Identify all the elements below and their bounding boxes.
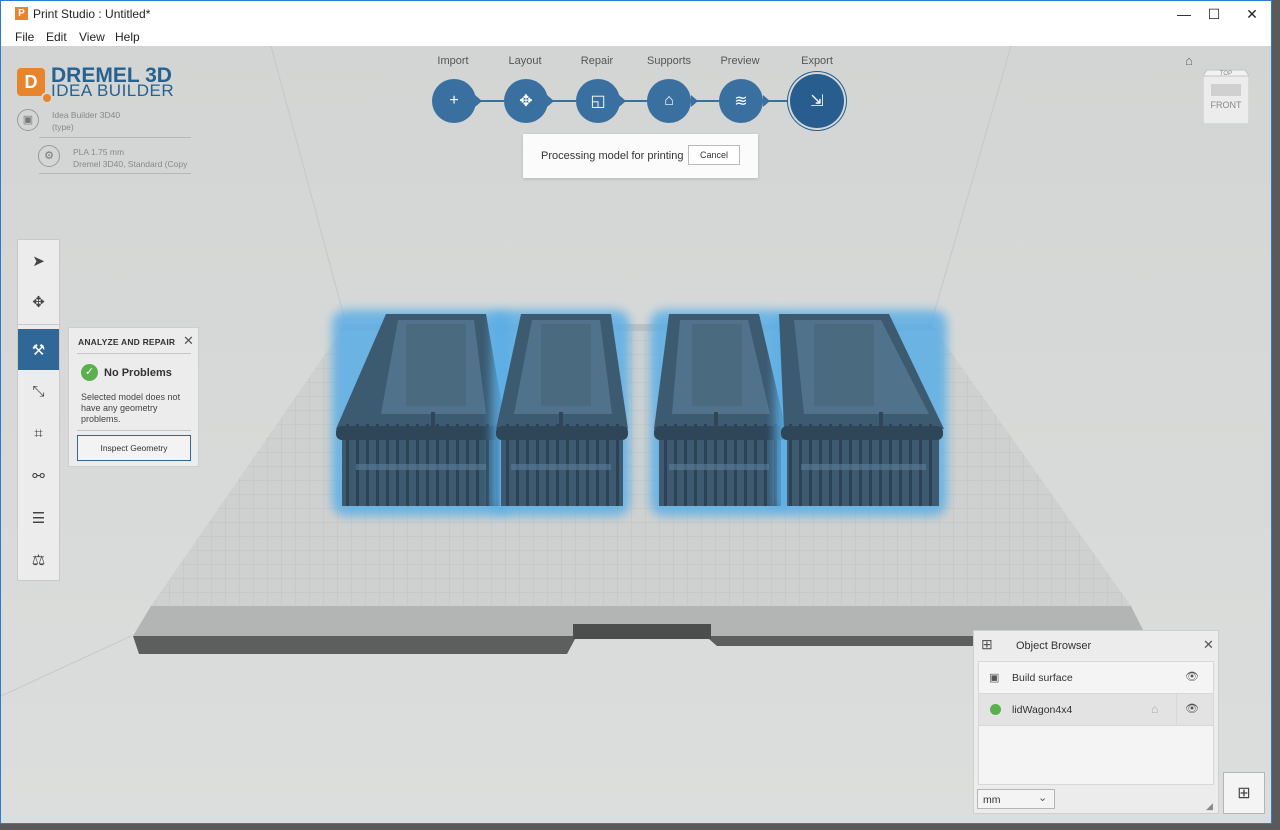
- move-icon: ✥: [519, 93, 533, 110]
- analyze-divider: [77, 353, 191, 354]
- supports-icon[interactable]: ⌂: [1151, 702, 1158, 716]
- object-browser-title: Object Browser: [1016, 640, 1092, 652]
- object-row-build-surface[interactable]: ▣ Build surface 👁: [979, 662, 1213, 694]
- object-row-lidwagon[interactable]: lidWagon4x4 ⌂ 👁: [979, 694, 1213, 726]
- material-divider: [39, 173, 191, 174]
- plus-icon: +: [449, 92, 459, 109]
- layers-icon: ≋: [734, 93, 748, 110]
- step-repair-label: Repair: [580, 55, 614, 67]
- object-browser-panel: ⊞ Object Browser ✕ ▣ Build surface 👁 lid…: [973, 630, 1219, 814]
- processing-message: Processing model for printing: [541, 150, 684, 162]
- app-window: P Print Studio : Untitled* — ☐ ✕ File Ed…: [0, 0, 1272, 824]
- step-supports-button[interactable]: ⌂: [647, 79, 691, 123]
- view-cube[interactable]: TOP FRONT: [1203, 68, 1249, 124]
- step-preview-button[interactable]: ≋: [719, 79, 763, 123]
- object-list: ▣ Build surface 👁 lidWagon4x4 ⌂ 👁: [978, 661, 1214, 785]
- row-divider: [1176, 694, 1177, 725]
- step-supports-label: Supports: [646, 55, 692, 67]
- analyze-divider: [77, 430, 191, 431]
- measure-icon: ⚯: [32, 467, 45, 485]
- title-bar: P Print Studio : Untitled* — ☐ ✕: [1, 1, 1271, 27]
- material-name: PLA 1.75 mm: [73, 147, 125, 157]
- unit-value: mm: [983, 794, 1001, 806]
- analyze-status: No Problems: [104, 367, 172, 379]
- step-export-button[interactable]: ⇲: [790, 74, 844, 128]
- gear-icon: ⚙: [38, 145, 60, 167]
- step-import-label: Import: [437, 55, 469, 67]
- hammer-wrench-icon: ⚒: [31, 341, 46, 359]
- crop-tool-button[interactable]: ⌗: [18, 413, 59, 454]
- select-tool-button[interactable]: ➤: [18, 240, 59, 281]
- status-ok-icon: [990, 704, 1001, 715]
- layers-icon: ☰: [31, 509, 46, 527]
- step-import-button[interactable]: +: [432, 79, 476, 123]
- material-profile: Dremel 3D40, Standard (Copy: [73, 159, 188, 169]
- menu-bar: File Edit View Help: [1, 27, 1271, 46]
- view-cube-top: TOP: [1220, 71, 1232, 77]
- build-surface-icon: ▣: [989, 672, 1000, 684]
- move-icon: ✥: [32, 293, 45, 311]
- close-icon[interactable]: ✕: [1203, 637, 1214, 653]
- view-cube-front: FRONT: [1211, 100, 1242, 110]
- window-title: Print Studio : Untitled*: [33, 7, 151, 21]
- app-icon: P: [15, 7, 28, 20]
- balance-icon: ⚖: [31, 551, 46, 569]
- printer-name: Idea Builder 3D40: [52, 110, 121, 120]
- menu-help[interactable]: Help: [115, 30, 140, 44]
- scale-icon: ⤡: [32, 383, 45, 400]
- analyze-repair-panel: ANALYZE AND REPAIR ✕ ✓ No Problems Selec…: [68, 327, 199, 467]
- resize-grip-icon[interactable]: ◢: [1206, 801, 1213, 812]
- workflow-arrow: [763, 95, 770, 107]
- cancel-button[interactable]: Cancel: [688, 145, 740, 165]
- step-layout-label: Layout: [508, 55, 542, 67]
- menu-file[interactable]: File: [15, 30, 34, 44]
- eye-icon[interactable]: 👁: [1185, 702, 1199, 715]
- object-label: Build surface: [1012, 672, 1073, 684]
- export-icon: ⇲: [810, 93, 824, 110]
- step-export-label: Export: [801, 55, 833, 67]
- chevron-down-icon: ⌄: [1038, 792, 1048, 804]
- hierarchy-icon: ⊞: [1237, 785, 1251, 802]
- printer-icon: ▣: [17, 109, 39, 131]
- repair-icon: ◱: [590, 93, 606, 110]
- close-button[interactable]: ✕: [1229, 1, 1271, 27]
- close-icon[interactable]: ✕: [183, 333, 194, 349]
- menu-edit[interactable]: Edit: [46, 30, 67, 44]
- object-browser-toggle-button[interactable]: ⊞: [1223, 772, 1265, 814]
- move-tool-button[interactable]: ✥: [18, 281, 59, 322]
- logo-badge: D: [17, 68, 45, 96]
- scale-tool-button[interactable]: ⤡: [18, 371, 59, 412]
- workflow-arrow: [475, 95, 482, 107]
- home-icon[interactable]: ⌂: [1185, 53, 1193, 68]
- workflow-arrow: [619, 95, 626, 107]
- unit-select[interactable]: mm ⌄: [977, 789, 1055, 809]
- toolbar-divider: [18, 324, 59, 325]
- object-label: lidWagon4x4: [1012, 704, 1073, 716]
- balance-tool-button[interactable]: ⚖: [18, 539, 59, 580]
- step-repair-button[interactable]: ◱: [576, 79, 620, 123]
- supports-icon: ⌂: [664, 92, 674, 109]
- printer-divider: [39, 137, 191, 138]
- inspect-geometry-button[interactable]: Inspect Geometry: [77, 435, 191, 461]
- processing-dialog: Processing model for printing Cancel: [523, 134, 758, 178]
- crop-icon: ⌗: [34, 425, 43, 442]
- analyze-panel-title: ANALYZE AND REPAIR: [78, 337, 176, 347]
- left-toolbar: ➤ ✥ ⚒ ⤡ ⌗ ⚯ ☰ ⚖: [17, 239, 60, 581]
- 3d-viewport[interactable]: D DREMEL 3D IDEA BUILDER ▣ Idea Builder …: [1, 46, 1271, 823]
- step-layout-button[interactable]: ✥: [504, 79, 548, 123]
- workflow-arrow: [547, 95, 554, 107]
- logo-product: IDEA BUILDER: [51, 81, 175, 100]
- menu-view[interactable]: View: [79, 30, 105, 44]
- measure-tool-button[interactable]: ⚯: [18, 455, 59, 496]
- check-icon: ✓: [81, 364, 98, 381]
- eye-icon[interactable]: 👁: [1185, 670, 1199, 683]
- step-preview-label: Preview: [720, 55, 760, 67]
- printer-type: (type): [52, 122, 74, 132]
- layers-tool-button[interactable]: ☰: [18, 497, 59, 538]
- workflow-arrow: [691, 95, 698, 107]
- analyze-description: Selected model does not have any geometr…: [81, 392, 181, 424]
- cursor-icon: ➤: [32, 252, 45, 270]
- analyze-repair-tool-button[interactable]: ⚒: [18, 329, 59, 370]
- hierarchy-icon: ⊞: [981, 636, 993, 652]
